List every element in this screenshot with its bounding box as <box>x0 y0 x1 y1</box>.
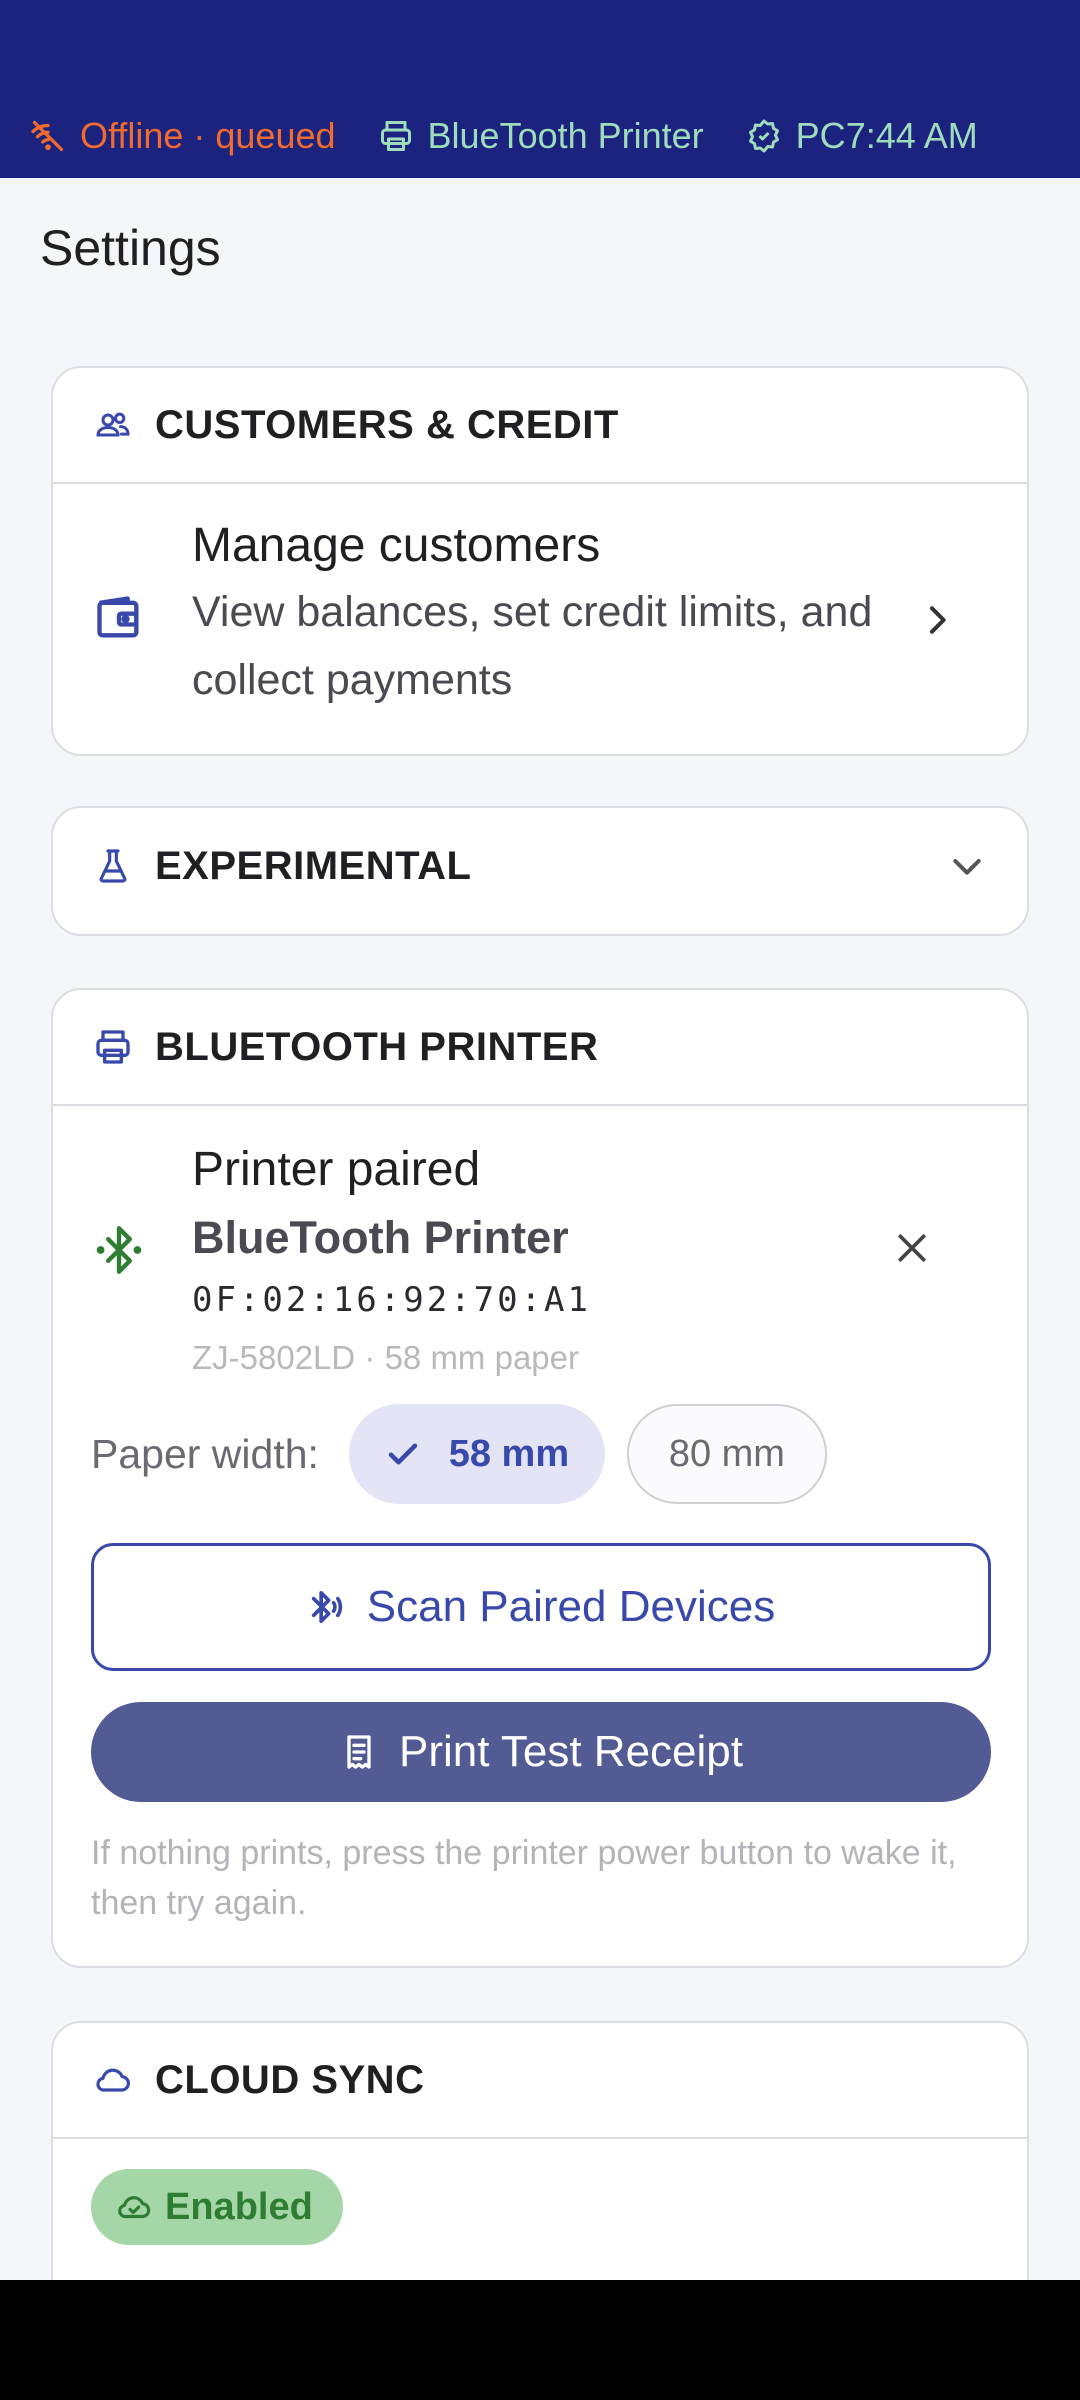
page-header: Settings <box>0 178 1080 318</box>
customers-card: CUSTOMERS & CREDIT Manage customers View… <box>51 366 1029 756</box>
printer-card: BLUETOOTH PRINTER Printer paired BlueToo… <box>51 988 1029 1968</box>
cloud-sync-card-header: CLOUD SYNC <box>53 2023 1027 2139</box>
manage-customers-subtitle: View balances, set credit limits, and co… <box>192 588 873 704</box>
bluetooth-connected-icon <box>93 1224 145 1276</box>
printer-mac-address: 0F:02:16:92:70:A1 <box>192 1280 591 1320</box>
pc-indicator: PC 7:44 AM <box>746 115 978 157</box>
cloud-done-icon <box>118 2196 151 2219</box>
wifi-off-icon <box>30 118 66 154</box>
bluetooth-searching-icon <box>311 1591 342 1623</box>
experimental-card-title: EXPERIMENTAL <box>155 843 472 888</box>
printer-card-header: BLUETOOTH PRINTER <box>53 990 1027 1106</box>
printer-info: Printer paired BlueTooth Printer 0F:02:1… <box>192 1136 832 1388</box>
badge-icon <box>746 118 782 154</box>
experimental-card-header[interactable]: EXPERIMENTAL <box>53 808 1027 924</box>
print-test-receipt-button[interactable]: Print Test Receipt <box>91 1702 991 1802</box>
chevron-right-icon <box>917 600 957 640</box>
printer-name: BlueTooth Printer <box>192 1212 569 1263</box>
unpair-close-icon[interactable] <box>892 1228 932 1268</box>
manage-customers-title: Manage customers <box>192 519 601 572</box>
manage-customers-row[interactable]: Manage customers View balances, set cred… <box>53 484 1027 754</box>
printer-hint-text: If nothing prints, press the printer pow… <box>91 1834 957 1922</box>
paper-width-row: Paper width: 58 mm 80 mm <box>91 1404 849 1504</box>
scan-paired-devices-label: Scan Paired Devices <box>366 1582 776 1631</box>
clock: 7:44 AM <box>845 115 978 156</box>
printer-indicator: BlueTooth Printer <box>378 115 704 157</box>
printer-icon <box>93 1027 133 1067</box>
settings-content[interactable]: CUSTOMERS & CREDIT Manage customers View… <box>0 318 1080 2341</box>
cloud-icon <box>93 2060 133 2100</box>
chevron-down-icon[interactable] <box>947 846 987 886</box>
paper-width-label: Paper width: <box>91 1430 319 1477</box>
wallet-icon <box>93 592 145 644</box>
paper-width-80-label: 80 mm <box>668 1432 785 1475</box>
scan-paired-devices-button[interactable]: Scan Paired Devices <box>91 1543 991 1671</box>
offline-label: Offline · queued <box>80 115 336 156</box>
people-icon <box>93 405 133 445</box>
sync-status-label: Enabled <box>165 2185 313 2228</box>
paper-width-80-chip[interactable]: 80 mm <box>626 1404 827 1504</box>
offline-indicator: Offline · queued <box>30 115 336 157</box>
printer-paired-label: Printer paired <box>192 1143 481 1196</box>
status-row: Offline · queued BlueTooth Printer PC 7:4… <box>30 108 1050 164</box>
customers-card-header: CUSTOMERS & CREDIT <box>53 368 1027 484</box>
manage-customers-text: Manage customers View balances, set cred… <box>192 514 892 714</box>
flask-icon <box>93 846 133 886</box>
paper-width-58-label: 58 mm <box>448 1432 570 1475</box>
customers-card-title: CUSTOMERS & CREDIT <box>155 402 619 447</box>
printer-status-label: BlueTooth Printer <box>427 115 704 156</box>
pc-label: PC <box>795 115 846 156</box>
receipt-icon <box>347 1735 371 1769</box>
system-navigation-bar <box>0 2280 1080 2400</box>
printer-card-title: BLUETOOTH PRINTER <box>155 1024 599 1069</box>
check-icon <box>388 1443 417 1465</box>
print-test-receipt-label: Print Test Receipt <box>398 1727 743 1776</box>
paper-width-58-chip[interactable]: 58 mm <box>348 1404 605 1504</box>
status-bar: Offline · queued BlueTooth Printer PC 7:4… <box>0 0 1080 178</box>
printer-icon <box>378 118 414 154</box>
printer-model-info: ZJ-5802LD · 58 mm paper <box>192 1339 579 1376</box>
printer-card-body: Printer paired BlueTooth Printer 0F:02:1… <box>53 1106 1027 1966</box>
sync-status-badge: Enabled <box>91 2169 343 2245</box>
cloud-sync-card-title: CLOUD SYNC <box>155 2057 425 2102</box>
experimental-card[interactable]: EXPERIMENTAL <box>51 806 1029 936</box>
page-title: Settings <box>40 220 221 276</box>
